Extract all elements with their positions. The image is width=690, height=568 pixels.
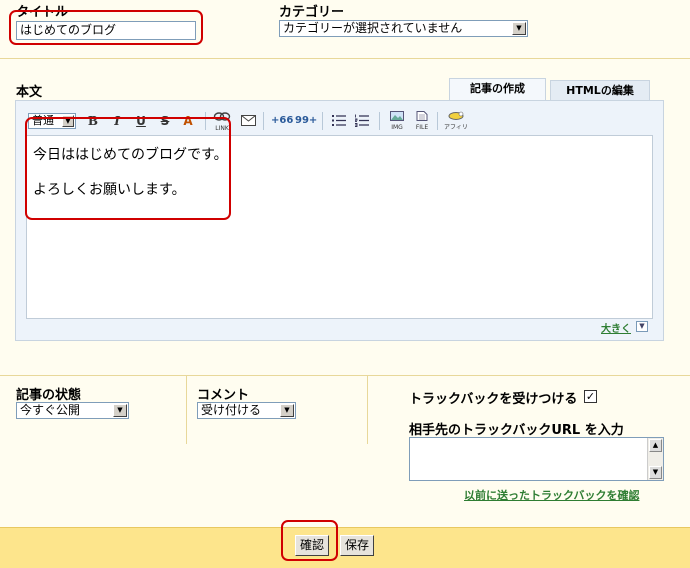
scroll-up-icon[interactable]: ▲: [649, 439, 662, 452]
status-selected: 今すぐ公開: [20, 403, 81, 417]
list-icon: [332, 115, 346, 126]
textarea-scrollbar[interactable]: ▲ ▼: [647, 438, 663, 480]
affiliate-icon-label: アフィリ: [444, 124, 468, 131]
status-label: 記事の状態: [16, 388, 82, 403]
trackback-history-link[interactable]: 以前に送ったトラックバックを確認: [464, 487, 639, 503]
envelope-icon: [240, 115, 256, 126]
image-icon[interactable]: IMG: [387, 111, 407, 131]
category-select[interactable]: カテゴリーが選択されていません ▼: [279, 20, 528, 37]
toolbar-separator: [322, 112, 323, 130]
chevron-down-icon[interactable]: ▼: [512, 22, 526, 35]
bullet-list-icon[interactable]: [331, 114, 347, 131]
scroll-down-icon[interactable]: ▼: [649, 466, 662, 479]
comment-select[interactable]: 受け付ける ▼: [197, 402, 296, 419]
toolbar-separator: [379, 112, 380, 130]
chevron-down-icon[interactable]: ▼: [280, 404, 294, 417]
category-label: カテゴリー: [279, 5, 345, 20]
category-selected: カテゴリーが選択されていません: [283, 21, 463, 35]
expand-icon[interactable]: ▼: [636, 321, 648, 332]
title-highlight: [9, 10, 203, 45]
divider-middle: [0, 375, 690, 376]
numbered-list-icon[interactable]: [354, 114, 370, 131]
save-button[interactable]: 保存: [340, 535, 374, 556]
comment-label: コメント: [197, 388, 250, 403]
file-icon[interactable]: FILE: [411, 111, 433, 131]
status-select[interactable]: 今すぐ公開 ▼: [16, 402, 129, 419]
image-icon-label: IMG: [391, 124, 403, 131]
trackback-accept-checkbox[interactable]: ✓: [584, 390, 597, 403]
tab-compose[interactable]: 記事の作成: [449, 78, 546, 100]
email-icon[interactable]: [239, 115, 257, 130]
confirm-highlight: [281, 520, 338, 561]
quote-close-icon[interactable]: 99+: [295, 114, 317, 128]
quote-open-icon[interactable]: +66: [271, 114, 293, 128]
affiliate-tag-icon: [448, 111, 464, 120]
column-divider: [367, 376, 368, 444]
divider-top: [0, 58, 690, 59]
file-icon-label: FILE: [415, 124, 429, 131]
content-highlight: [25, 117, 231, 220]
comment-selected: 受け付ける: [201, 403, 262, 417]
tab-html-edit[interactable]: HTMLの編集: [550, 80, 650, 100]
trackback-url-label: 相手先のトラックバックURL を入力: [409, 423, 624, 438]
document-icon: [416, 111, 428, 121]
toolbar-separator: [437, 112, 438, 130]
ordered-list-icon: [354, 114, 369, 127]
chevron-down-icon[interactable]: ▼: [113, 404, 127, 417]
column-divider: [186, 376, 187, 444]
trackback-url-textarea[interactable]: ▲ ▼: [409, 437, 664, 481]
picture-icon: [390, 111, 404, 121]
enlarge-link[interactable]: 大きく: [601, 320, 631, 335]
body-label: 本文: [16, 85, 43, 100]
affiliate-icon[interactable]: アフィリ: [443, 111, 469, 131]
trackback-accept-label: トラックバックを受けつける: [409, 392, 578, 407]
toolbar-separator: [263, 112, 264, 130]
